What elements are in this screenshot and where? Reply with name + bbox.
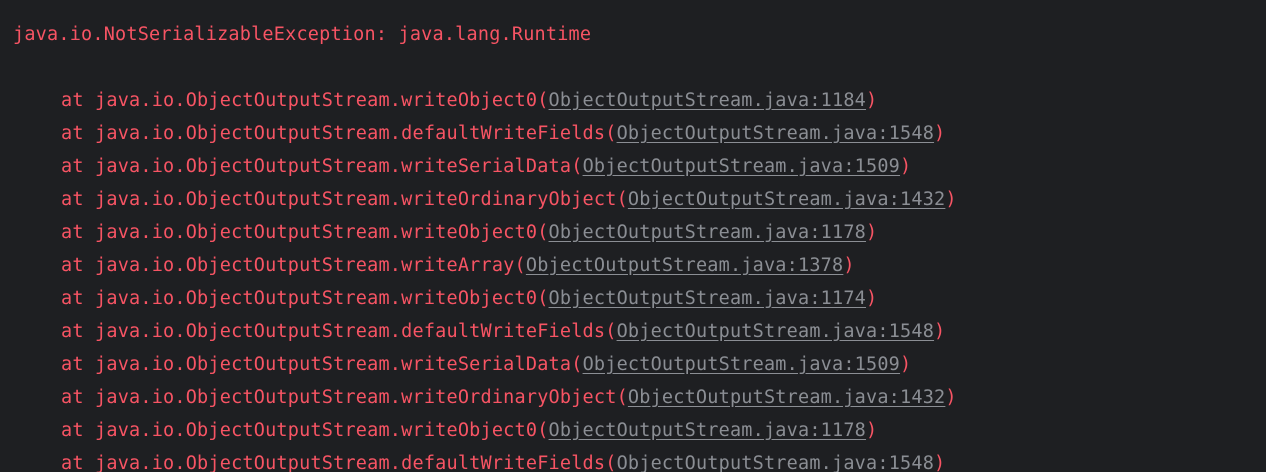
stack-frame: at java.io.ObjectOutputStream.defaultWri… (61, 453, 946, 472)
frame-method: at java.io.ObjectOutputStream.writeArray (61, 255, 515, 276)
frame-method: at java.io.ObjectOutputStream.writeOrdin… (61, 189, 617, 210)
source-link[interactable]: ObjectOutputStream.java:1178 (549, 222, 866, 243)
source-link[interactable]: ObjectOutputStream.java:1174 (549, 288, 866, 309)
stack-frame: at java.io.ObjectOutputStream.writeOrdin… (61, 387, 957, 408)
source-link[interactable]: ObjectOutputStream.java:1548 (617, 453, 934, 472)
stack-frame: at java.io.ObjectOutputStream.defaultWri… (61, 123, 946, 144)
frame-method: at java.io.ObjectOutputStream.defaultWri… (61, 321, 606, 342)
source-link[interactable]: ObjectOutputStream.java:1432 (628, 189, 945, 210)
stack-frame: at java.io.ObjectOutputStream.defaultWri… (61, 321, 946, 342)
source-link[interactable]: ObjectOutputStream.java:1378 (526, 255, 843, 276)
stack-frame: at java.io.ObjectOutputStream.writeObjec… (61, 222, 878, 243)
console-output: java.io.NotSerializableException: java.l… (0, 0, 1266, 472)
stack-frame: at java.io.ObjectOutputStream.writeSeria… (61, 354, 912, 375)
frame-method: at java.io.ObjectOutputStream.writeSeria… (61, 156, 572, 177)
stack-frame: at java.io.ObjectOutputStream.writeObjec… (61, 288, 878, 309)
frame-method: at java.io.ObjectOutputStream.writeObjec… (61, 90, 538, 111)
source-link[interactable]: ObjectOutputStream.java:1548 (617, 321, 934, 342)
exception-message: java.io.NotSerializableException: java.l… (13, 24, 592, 45)
stack-frame: at java.io.ObjectOutputStream.writeObjec… (61, 90, 878, 111)
source-link[interactable]: ObjectOutputStream.java:1548 (617, 123, 934, 144)
frame-method: at java.io.ObjectOutputStream.writeSeria… (61, 354, 572, 375)
stack-trace: at java.io.ObjectOutputStream.writeObjec… (13, 88, 957, 472)
source-link[interactable]: ObjectOutputStream.java:1432 (628, 387, 945, 408)
source-link[interactable]: ObjectOutputStream.java:1509 (583, 156, 900, 177)
stack-frame: at java.io.ObjectOutputStream.writeObjec… (61, 420, 878, 441)
frame-method: at java.io.ObjectOutputStream.writeObjec… (61, 222, 538, 243)
source-link[interactable]: ObjectOutputStream.java:1184 (549, 90, 866, 111)
frame-method: at java.io.ObjectOutputStream.defaultWri… (61, 123, 606, 144)
source-link[interactable]: ObjectOutputStream.java:1509 (583, 354, 900, 375)
frame-method: at java.io.ObjectOutputStream.defaultWri… (61, 453, 606, 472)
stack-frame: at java.io.ObjectOutputStream.writeSeria… (61, 156, 912, 177)
stack-frame: at java.io.ObjectOutputStream.writeOrdin… (61, 189, 957, 210)
stack-frame: at java.io.ObjectOutputStream.writeArray… (61, 255, 855, 276)
frame-method: at java.io.ObjectOutputStream.writeOrdin… (61, 387, 617, 408)
source-link[interactable]: ObjectOutputStream.java:1178 (549, 420, 866, 441)
frame-method: at java.io.ObjectOutputStream.writeObjec… (61, 288, 538, 309)
frame-method: at java.io.ObjectOutputStream.writeObjec… (61, 420, 538, 441)
